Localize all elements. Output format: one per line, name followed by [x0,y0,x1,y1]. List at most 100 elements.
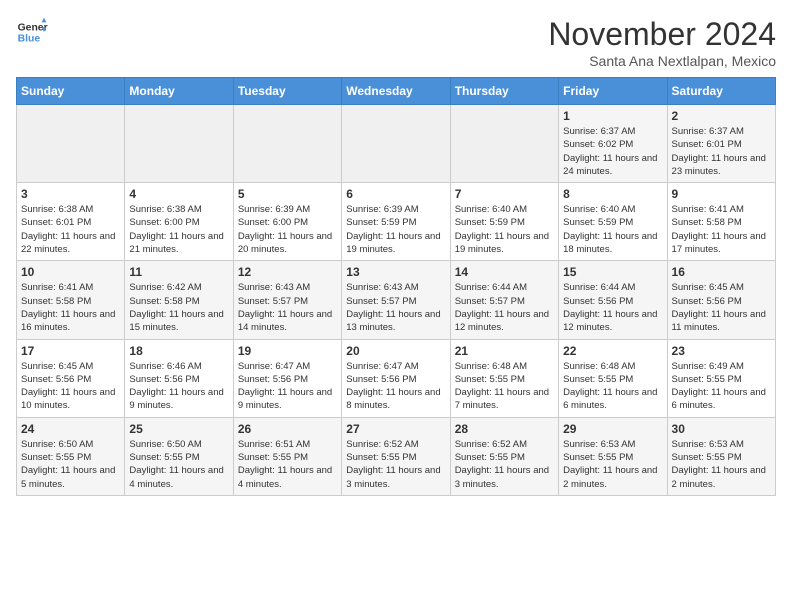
calendar-cell [342,105,450,183]
calendar-cell: 3 Sunrise: 6:38 AM Sunset: 6:01 PM Daylig… [17,183,125,261]
day-number: 3 [21,187,120,201]
day-number: 2 [672,109,771,123]
day-number: 7 [455,187,554,201]
day-number: 20 [346,344,445,358]
week-row-2: 3 Sunrise: 6:38 AM Sunset: 6:01 PM Daylig… [17,183,776,261]
day-number: 17 [21,344,120,358]
day-number: 28 [455,422,554,436]
location-subtitle: Santa Ana Nextlalpan, Mexico [548,53,776,69]
day-number: 9 [672,187,771,201]
calendar-cell: 30Sunrise: 6:53 AM Sunset: 5:55 PM Dayli… [667,417,775,495]
day-info: Sunrise: 6:37 AM Sunset: 6:01 PM Dayligh… [672,125,771,178]
day-number: 19 [238,344,337,358]
calendar-cell: 28Sunrise: 6:52 AM Sunset: 5:55 PM Dayli… [450,417,558,495]
day-info: Sunrise: 6:47 AM Sunset: 5:56 PM Dayligh… [238,360,337,413]
calendar-cell: 20 Sunrise: 6:47 AM Sunset: 5:56 PM Dayli… [342,339,450,417]
day-number: 6 [346,187,445,201]
day-info: Sunrise: 6:48 AM Sunset: 5:55 PM Dayligh… [563,360,662,413]
page-header: General Blue November 2024 Santa Ana Nex… [16,16,776,69]
day-number: 4 [129,187,228,201]
calendar-cell: 12 Sunrise: 6:43 AM Sunset: 5:57 PM Dayli… [233,261,341,339]
calendar-cell: 16 Sunrise: 6:45 AM Sunset: 5:56 PM Dayli… [667,261,775,339]
day-number: 15 [563,265,662,279]
calendar-cell: 22 Sunrise: 6:48 AM Sunset: 5:55 PM Dayli… [559,339,667,417]
calendar-cell [17,105,125,183]
calendar-cell: 7 Sunrise: 6:40 AM Sunset: 5:59 PM Daylig… [450,183,558,261]
calendar-cell: 23 Sunrise: 6:49 AM Sunset: 5:55 PM Dayli… [667,339,775,417]
logo: General Blue [16,16,48,48]
day-header-friday: Friday [559,78,667,105]
title-block: November 2024 Santa Ana Nextlalpan, Mexi… [548,16,776,69]
day-info: Sunrise: 6:53 AM Sunset: 5:55 PM Dayligh… [672,438,771,491]
day-info: Sunrise: 6:40 AM Sunset: 5:59 PM Dayligh… [455,203,554,256]
calendar-body: 1 Sunrise: 6:37 AM Sunset: 6:02 PM Daylig… [17,105,776,496]
day-info: Sunrise: 6:37 AM Sunset: 6:02 PM Dayligh… [563,125,662,178]
day-header-sunday: Sunday [17,78,125,105]
day-header-saturday: Saturday [667,78,775,105]
calendar-cell: 5 Sunrise: 6:39 AM Sunset: 6:00 PM Daylig… [233,183,341,261]
calendar-cell: 19 Sunrise: 6:47 AM Sunset: 5:56 PM Dayli… [233,339,341,417]
calendar-cell: 10Sunrise: 6:41 AM Sunset: 5:58 PM Dayli… [17,261,125,339]
day-info: Sunrise: 6:41 AM Sunset: 5:58 PM Dayligh… [672,203,771,256]
day-info: Sunrise: 6:47 AM Sunset: 5:56 PM Dayligh… [346,360,445,413]
calendar-cell: 11 Sunrise: 6:42 AM Sunset: 5:58 PM Dayli… [125,261,233,339]
day-header-row: SundayMondayTuesdayWednesdayThursdayFrid… [17,78,776,105]
week-row-5: 24 Sunrise: 6:50 AM Sunset: 5:55 PM Dayli… [17,417,776,495]
day-header-monday: Monday [125,78,233,105]
day-number: 18 [129,344,228,358]
calendar-cell: 26 Sunrise: 6:51 AM Sunset: 5:55 PM Dayli… [233,417,341,495]
calendar-cell: 9 Sunrise: 6:41 AM Sunset: 5:58 PM Daylig… [667,183,775,261]
day-info: Sunrise: 6:49 AM Sunset: 5:55 PM Dayligh… [672,360,771,413]
calendar-cell: 24Sunrise: 6:50 AM Sunset: 5:55 PM Dayli… [17,417,125,495]
calendar-cell: 27 Sunrise: 6:52 AM Sunset: 5:55 PM Dayli… [342,417,450,495]
calendar-cell: 4 Sunrise: 6:38 AM Sunset: 6:00 PM Daylig… [125,183,233,261]
month-title: November 2024 [548,16,776,53]
day-number: 29 [563,422,662,436]
calendar-table: SundayMondayTuesdayWednesdayThursdayFrid… [16,77,776,496]
calendar-cell: 21Sunrise: 6:48 AM Sunset: 5:55 PM Dayli… [450,339,558,417]
day-number: 27 [346,422,445,436]
day-number: 13 [346,265,445,279]
calendar-cell: 1 Sunrise: 6:37 AM Sunset: 6:02 PM Daylig… [559,105,667,183]
day-number: 25 [129,422,228,436]
calendar-cell: 2 Sunrise: 6:37 AM Sunset: 6:01 PM Daylig… [667,105,775,183]
calendar-cell [233,105,341,183]
day-info: Sunrise: 6:41 AM Sunset: 5:58 PM Dayligh… [21,281,120,334]
day-number: 11 [129,265,228,279]
logo-icon: General Blue [16,16,48,48]
day-info: Sunrise: 6:43 AM Sunset: 5:57 PM Dayligh… [238,281,337,334]
day-number: 5 [238,187,337,201]
calendar-cell: 14Sunrise: 6:44 AM Sunset: 5:57 PM Dayli… [450,261,558,339]
day-number: 24 [21,422,120,436]
day-header-thursday: Thursday [450,78,558,105]
day-info: Sunrise: 6:40 AM Sunset: 5:59 PM Dayligh… [563,203,662,256]
day-info: Sunrise: 6:52 AM Sunset: 5:55 PM Dayligh… [346,438,445,491]
day-info: Sunrise: 6:44 AM Sunset: 5:57 PM Dayligh… [455,281,554,334]
calendar-header: SundayMondayTuesdayWednesdayThursdayFrid… [17,78,776,105]
calendar-cell: 25 Sunrise: 6:50 AM Sunset: 5:55 PM Dayli… [125,417,233,495]
week-row-1: 1 Sunrise: 6:37 AM Sunset: 6:02 PM Daylig… [17,105,776,183]
calendar-cell: 29Sunrise: 6:53 AM Sunset: 5:55 PM Dayli… [559,417,667,495]
day-info: Sunrise: 6:39 AM Sunset: 5:59 PM Dayligh… [346,203,445,256]
day-number: 16 [672,265,771,279]
day-info: Sunrise: 6:38 AM Sunset: 6:00 PM Dayligh… [129,203,228,256]
day-number: 23 [672,344,771,358]
day-info: Sunrise: 6:45 AM Sunset: 5:56 PM Dayligh… [672,281,771,334]
day-info: Sunrise: 6:38 AM Sunset: 6:01 PM Dayligh… [21,203,120,256]
calendar-cell: 13Sunrise: 6:43 AM Sunset: 5:57 PM Dayli… [342,261,450,339]
calendar-cell: 6 Sunrise: 6:39 AM Sunset: 5:59 PM Daylig… [342,183,450,261]
day-number: 21 [455,344,554,358]
calendar-cell [450,105,558,183]
calendar-cell: 15Sunrise: 6:44 AM Sunset: 5:56 PM Dayli… [559,261,667,339]
day-header-tuesday: Tuesday [233,78,341,105]
day-number: 26 [238,422,337,436]
day-info: Sunrise: 6:51 AM Sunset: 5:55 PM Dayligh… [238,438,337,491]
day-info: Sunrise: 6:50 AM Sunset: 5:55 PM Dayligh… [129,438,228,491]
day-info: Sunrise: 6:39 AM Sunset: 6:00 PM Dayligh… [238,203,337,256]
calendar-cell: 18Sunrise: 6:46 AM Sunset: 5:56 PM Dayli… [125,339,233,417]
week-row-4: 17Sunrise: 6:45 AM Sunset: 5:56 PM Dayli… [17,339,776,417]
day-number: 12 [238,265,337,279]
day-number: 1 [563,109,662,123]
day-number: 22 [563,344,662,358]
day-info: Sunrise: 6:42 AM Sunset: 5:58 PM Dayligh… [129,281,228,334]
